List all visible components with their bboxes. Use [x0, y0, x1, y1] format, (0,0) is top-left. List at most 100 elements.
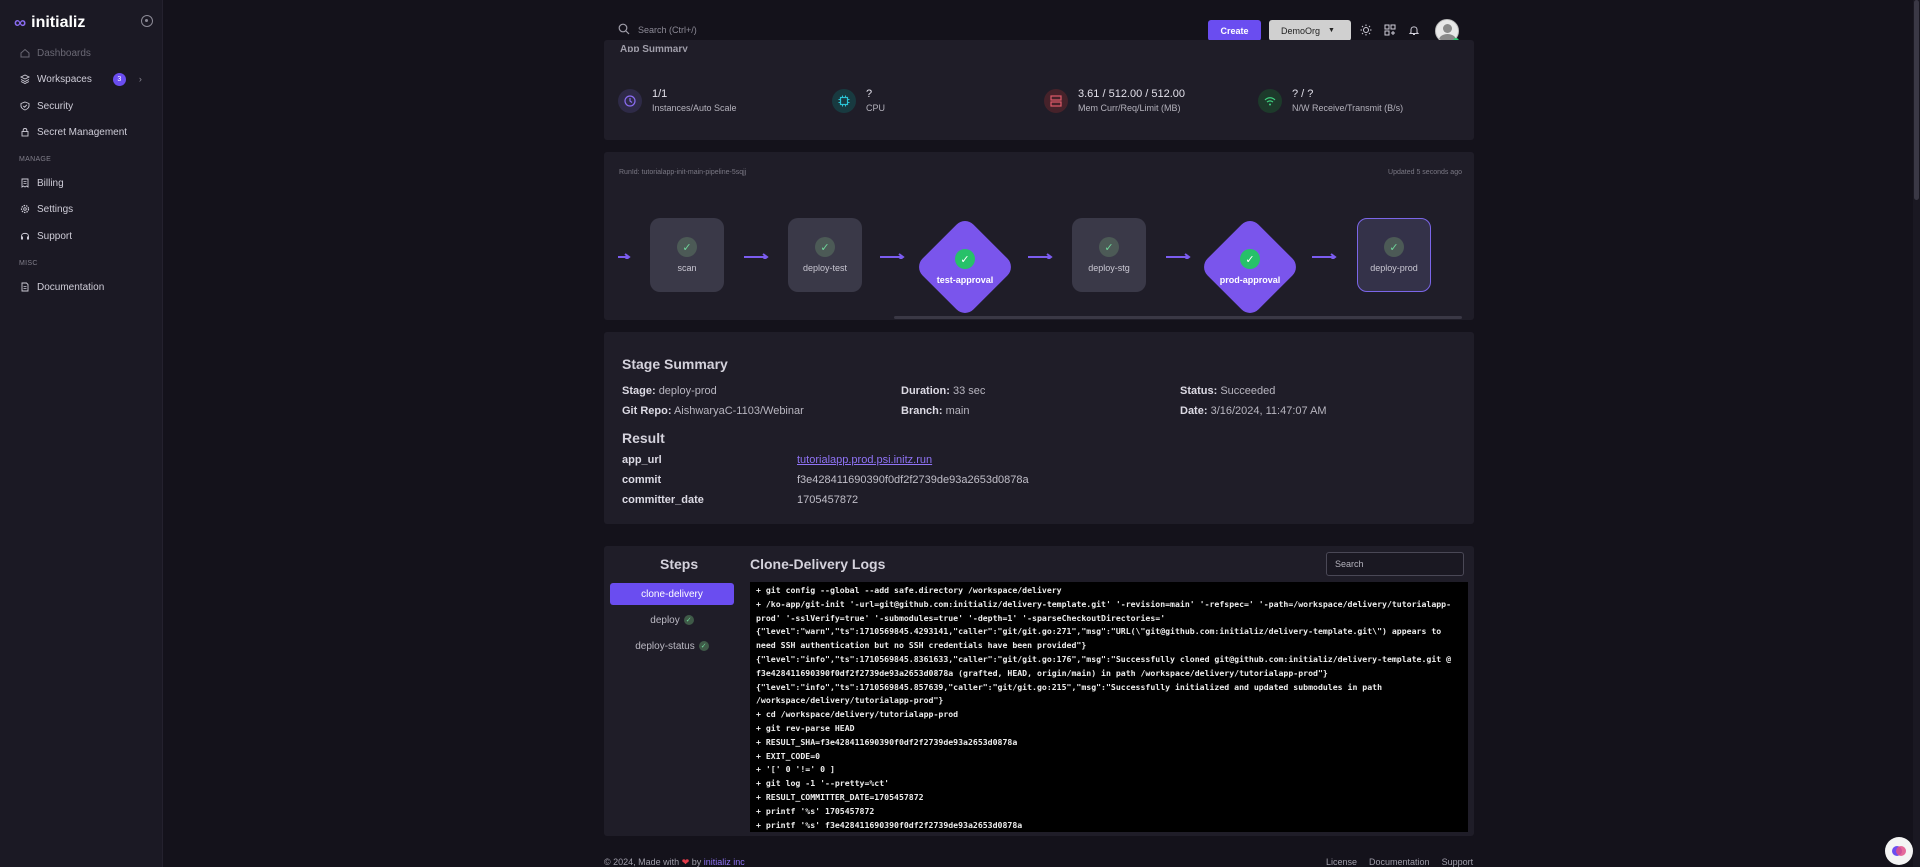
diamond-content: ✓ prod-approval — [1198, 215, 1302, 319]
result-key: app_url — [622, 454, 662, 466]
log-line: + git log -1 '--pretty=%ct' — [756, 778, 890, 789]
duration-field: Duration: 33 sec — [901, 385, 985, 397]
check-icon: ✓ — [815, 237, 835, 257]
log-line: + cd /workspace/delivery/tutorialapp-pro… — [756, 709, 959, 720]
metric-label: N/W Receive/Transmit (B/s) — [1292, 103, 1404, 113]
page-scrollbar-thumb[interactable] — [1914, 0, 1919, 200]
workspaces-icon — [20, 74, 30, 84]
log-line: {"level":"info","ts":1710569845.857639,"… — [756, 681, 1387, 706]
metric-network: ? / ? N/W Receive/Transmit (B/s) — [1258, 88, 1403, 113]
git-repo-field: Git Repo: AishwaryaC-1103/Webinar — [622, 405, 804, 417]
log-search-input[interactable]: Search — [1326, 552, 1464, 576]
field-value: main — [945, 405, 970, 417]
app-url-link[interactable]: tutorialapp.prod.psi.initz.run — [797, 454, 932, 466]
diamond-content: ✓ test-approval — [913, 215, 1017, 319]
field-label: Git Repo: — [622, 405, 672, 417]
company-link[interactable]: initializ inc — [704, 857, 745, 867]
sidebar-item-settings[interactable]: Settings — [20, 202, 73, 216]
sidebar-item-dashboards[interactable]: Dashboards — [20, 46, 91, 60]
stage-name: deploy-prod — [1370, 263, 1418, 273]
sidebar-item-support[interactable]: Support — [20, 229, 72, 243]
sidebar-item-label: Settings — [37, 203, 74, 215]
app-summary-title: App Summary — [620, 44, 688, 52]
stage-deploy-test[interactable]: ✓ deploy-test — [788, 218, 862, 292]
stage-deploy-prod[interactable]: ✓ deploy-prod — [1357, 218, 1431, 292]
log-line: + printf '%s' 1705457872 — [756, 805, 875, 816]
stage-summary-card: Stage Summary Stage: deploy-prod Duratio… — [604, 332, 1474, 524]
log-line: + RESULT_COMMITTER_DATE=1705457872 — [756, 791, 924, 802]
pipeline-scrollbar[interactable] — [894, 316, 1462, 319]
stage-prod-approval[interactable]: ✓ prod-approval — [1198, 215, 1302, 319]
footer-link-support[interactable]: Support — [1442, 857, 1474, 867]
headset-icon — [20, 231, 30, 241]
sidebar-item-billing[interactable]: Billing — [20, 176, 64, 190]
sidebar: ∞ initializ Dashboards Workspaces 3 › Se… — [0, 0, 163, 867]
create-button[interactable]: Create — [1208, 20, 1261, 41]
field-value: 3/16/2024, 11:47:07 AM — [1210, 405, 1327, 417]
metric-memory: 3.61 / 512.00 / 512.00 Mem Curr/Req/Limit… — [1044, 88, 1185, 113]
gauge-icon — [618, 88, 642, 113]
result-title: Result — [622, 430, 665, 446]
manage-section-label: MANAGE — [19, 156, 52, 163]
misc-section-label: MISC — [19, 260, 38, 267]
apps-grid-icon[interactable] — [1383, 23, 1397, 37]
field-label: Branch: — [901, 405, 943, 417]
status-field: Status: Succeeded — [1180, 385, 1275, 397]
sidebar-item-label: Secret Management — [37, 126, 128, 138]
stage-name: deploy-stg — [1088, 263, 1130, 273]
stage-name: prod-approval — [1219, 275, 1281, 285]
field-value: deploy-prod — [658, 385, 717, 397]
arrow-right-icon — [744, 253, 769, 259]
cpu-icon — [832, 88, 856, 113]
assistant-fab[interactable] — [1885, 837, 1913, 865]
sidebar-item-secret-management[interactable]: Secret Management — [20, 125, 127, 139]
org-selector[interactable]: DemoOrg ▼ — [1269, 20, 1351, 41]
log-line: + /ko-app/git-init '-url=git@github.com:… — [756, 598, 1452, 623]
metric-value: 3.61 / 512.00 / 512.00 — [1078, 88, 1186, 100]
bell-icon[interactable] — [1407, 23, 1421, 37]
sidebar-item-label: Dashboards — [37, 47, 91, 59]
sidebar-item-security[interactable]: Security — [20, 99, 73, 113]
steps-title: Steps — [660, 556, 699, 572]
brain-icon — [1892, 846, 1906, 856]
brand-logo[interactable]: ∞ initializ — [14, 14, 85, 32]
global-search[interactable]: Search (Ctrl+/) — [618, 23, 697, 37]
sidebar-item-label: Security — [37, 100, 74, 112]
search-placeholder: Search (Ctrl+/) — [638, 25, 697, 35]
stage-scan[interactable]: ✓ scan — [650, 218, 724, 292]
log-line: + RESULT_SHA=f3e428411690390f0df2f2739de… — [756, 736, 1018, 747]
stage-test-approval[interactable]: ✓ test-approval — [913, 215, 1017, 319]
stage-deploy-stg[interactable]: ✓ deploy-stg — [1072, 218, 1146, 292]
step-clone-delivery[interactable]: clone-delivery — [610, 583, 734, 605]
theme-toggle-icon[interactable] — [1359, 23, 1373, 37]
metric-cpu: ? CPU — [832, 88, 885, 113]
stage-name: deploy-test — [802, 263, 848, 273]
server-icon — [1044, 88, 1068, 113]
sidebar-item-workspaces[interactable]: Workspaces 3 › — [20, 72, 142, 86]
chevron-right-icon[interactable]: › — [139, 74, 142, 84]
footer-link-documentation[interactable]: Documentation — [1369, 857, 1430, 867]
metric-value: 1/1 — [652, 88, 668, 100]
sidebar-collapse-icon[interactable] — [141, 15, 153, 27]
arrow-right-icon — [1312, 253, 1337, 259]
check-icon: ✓ — [677, 237, 697, 257]
footer-prefix: © 2024, Made with — [604, 857, 680, 867]
pipeline-card: RunId: tutorialapp-init-main-pipeline-5s… — [604, 152, 1474, 320]
wifi-icon — [1258, 88, 1282, 113]
log-line: + git config --global --add safe.directo… — [756, 585, 1062, 595]
sidebar-item-documentation[interactable]: Documentation — [20, 280, 104, 294]
step-deploy-status[interactable]: deploy-status ✓ — [610, 635, 734, 657]
home-icon — [20, 48, 30, 58]
metric-value: ? — [866, 88, 873, 100]
field-value: AishwaryaC-1103/Webinar — [673, 405, 804, 417]
log-line: {"level":"info","ts":1710569845.8361633,… — [756, 653, 1456, 678]
lock-icon — [20, 127, 30, 137]
field-label: Status: — [1180, 385, 1218, 397]
footer-link-license[interactable]: License — [1326, 857, 1357, 867]
log-output[interactable]: + git config --global --add safe.directo… — [750, 582, 1468, 832]
infinity-logo-icon: ∞ — [14, 13, 27, 32]
arrow-right-icon — [1166, 253, 1191, 259]
pipeline-updated-time: Updated 5 seconds ago — [1388, 169, 1462, 176]
step-deploy[interactable]: deploy ✓ — [610, 609, 734, 631]
metric-label: CPU — [866, 103, 886, 113]
